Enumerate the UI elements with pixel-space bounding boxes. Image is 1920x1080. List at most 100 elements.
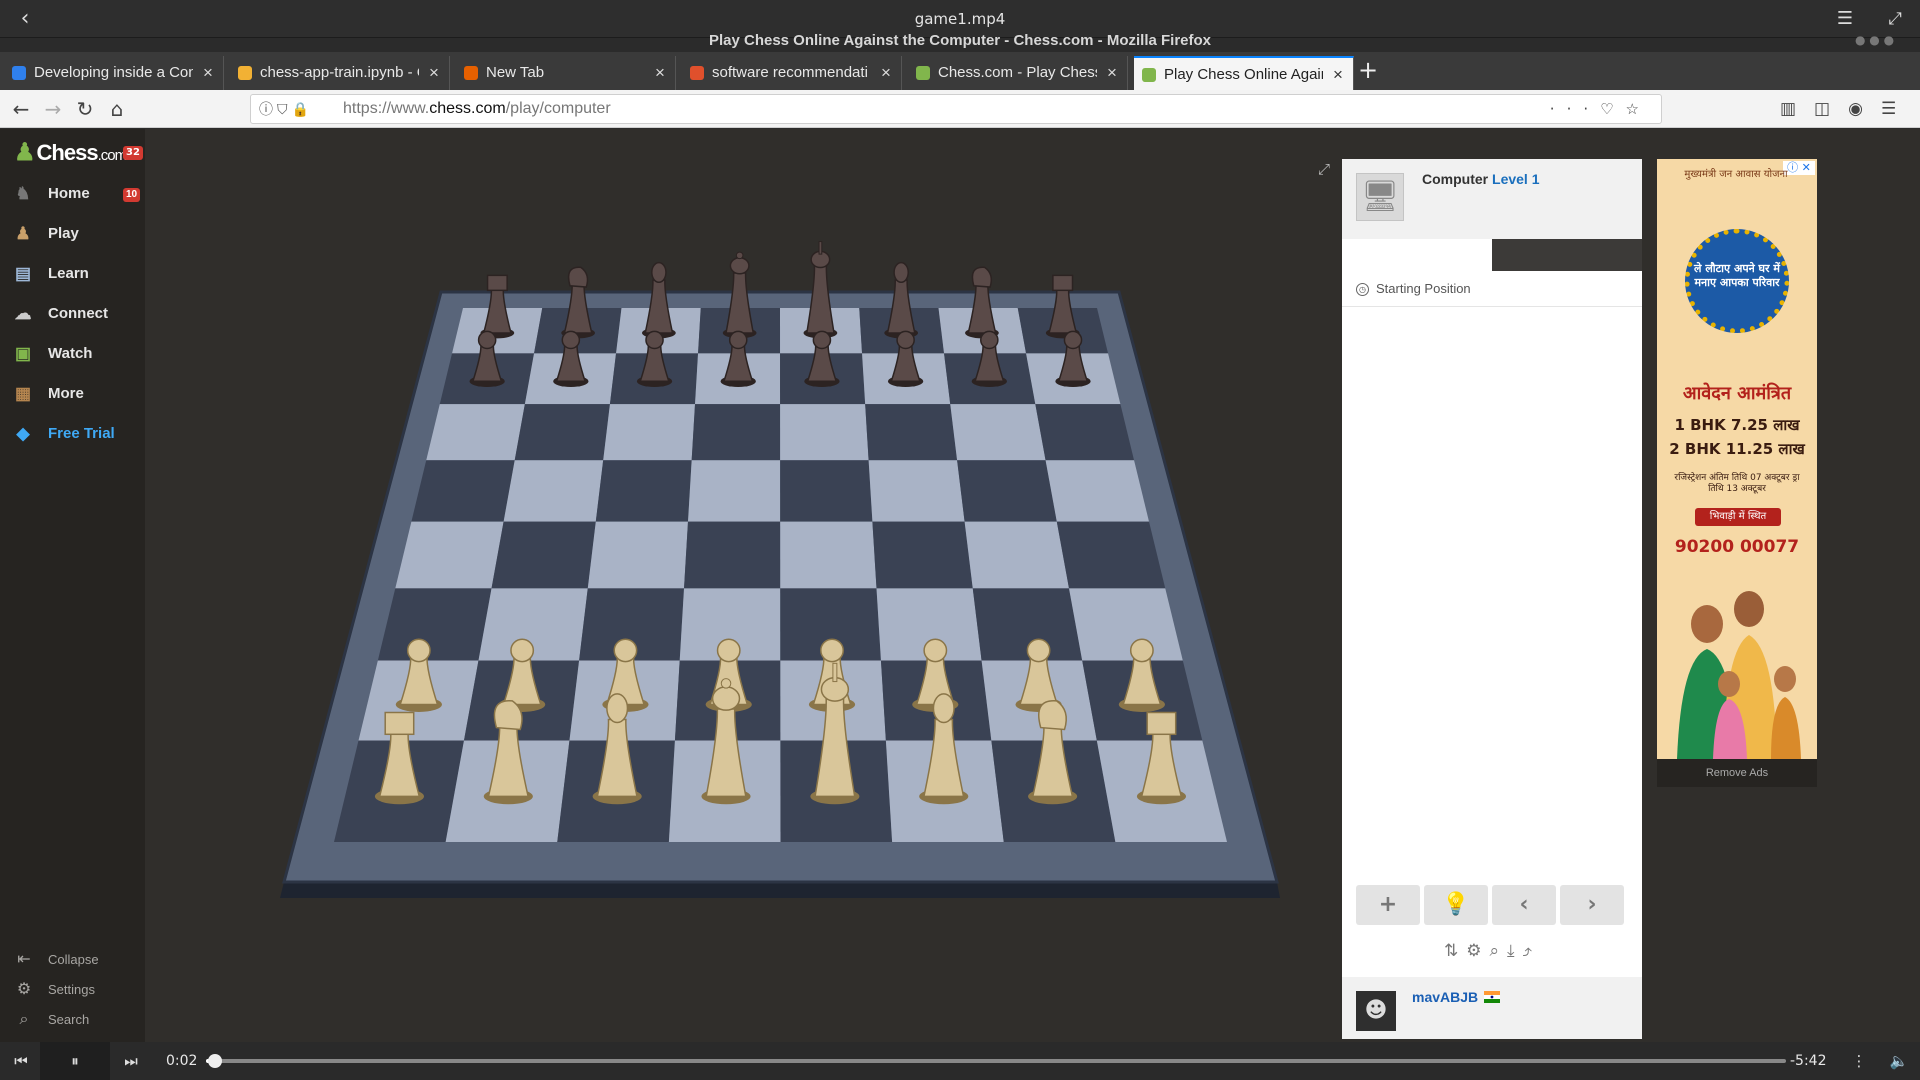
pawn-head bbox=[820, 638, 844, 663]
logo-text: Chess bbox=[36, 140, 99, 165]
new-game-button[interactable]: + bbox=[1356, 885, 1420, 925]
logo-notification-badge: 32 bbox=[123, 146, 143, 160]
url-text[interactable]: https://www.chess.com/play/computer bbox=[343, 95, 611, 123]
move-list-start[interactable]: ◷ Starting Position bbox=[1342, 271, 1642, 307]
queen-ball bbox=[720, 678, 732, 689]
seek-bar[interactable] bbox=[206, 1054, 1786, 1068]
status-text: Starting Position bbox=[1376, 281, 1471, 296]
hamburger-menu-icon[interactable]: ☰ bbox=[1830, 6, 1860, 32]
pawn-head bbox=[923, 638, 948, 663]
advertisement[interactable]: ⓘ ✕ मुख्यमंत्री जन आवास योजना ले लौटाए अ… bbox=[1657, 159, 1817, 759]
browser-tab[interactable]: chess-app-train.ipynb - C × bbox=[230, 56, 450, 90]
tab-label: software recommendati bbox=[712, 64, 868, 81]
home-button-icon[interactable]: ⌂ bbox=[104, 96, 130, 122]
sidebar-footer-label: Settings bbox=[48, 982, 95, 997]
tab-favicon-icon bbox=[1142, 68, 1156, 82]
user-avatar[interactable]: ☻ bbox=[1356, 991, 1396, 1031]
sidebar-item-play[interactable]: ♟ Play bbox=[12, 217, 140, 251]
board-square bbox=[1069, 588, 1183, 661]
pawn-head bbox=[1129, 638, 1154, 663]
sidebar-footer-settings[interactable]: ⚙ Settings bbox=[14, 977, 139, 1003]
url-bar[interactable]: ⓘ⛉🔒 https://www.chess.com/play/computer … bbox=[250, 94, 1662, 124]
skip-back-icon[interactable]: ⏮ bbox=[8, 1042, 34, 1080]
bishop-head bbox=[893, 261, 909, 284]
close-tab-icon[interactable]: × bbox=[879, 56, 893, 90]
browser-tab[interactable]: New Tab × bbox=[456, 56, 676, 90]
knight-head bbox=[971, 266, 993, 288]
previous-move-button[interactable]: ‹ bbox=[1492, 885, 1556, 925]
play-icon: ♟ bbox=[15, 224, 31, 243]
board-square bbox=[411, 460, 515, 522]
skip-forward-icon[interactable]: ⏭ bbox=[118, 1042, 144, 1080]
board-square bbox=[957, 460, 1057, 522]
opponent-name[interactable]: Computer Level 1 bbox=[1422, 171, 1540, 187]
chess-board-3d[interactable] bbox=[280, 200, 1280, 920]
board-square bbox=[587, 521, 688, 589]
pawn-head bbox=[980, 330, 999, 350]
new-tab-icon[interactable]: + bbox=[1354, 56, 1382, 84]
gear-icon: ⚙ bbox=[16, 981, 32, 998]
back-arrow-icon[interactable]: ‹ bbox=[10, 6, 40, 32]
rook-top bbox=[1146, 711, 1177, 736]
sidebar-footer-search[interactable]: ⌕ Search bbox=[14, 1007, 139, 1033]
rook-top bbox=[486, 274, 508, 292]
volume-icon[interactable]: 🔈 bbox=[1886, 1042, 1912, 1080]
board-square bbox=[865, 404, 958, 461]
sidebar-item-watch[interactable]: ▣ Watch bbox=[12, 337, 140, 371]
close-tab-icon[interactable]: × bbox=[653, 56, 667, 90]
page-actions-icon[interactable]: ···♡☆ bbox=[1550, 95, 1651, 123]
ad-small-print: रजिस्ट्रेशन अंतिम तिथि 07 अक्टूबर ड्रा त… bbox=[1674, 473, 1800, 494]
board-square bbox=[780, 460, 873, 522]
sidebar-item-learn[interactable]: ▤ Learn bbox=[12, 257, 140, 291]
site-security-icon[interactable]: ⓘ⛉🔒 bbox=[259, 101, 333, 119]
back-icon[interactable]: ← bbox=[8, 96, 34, 122]
url-domain: chess.com bbox=[429, 100, 506, 117]
sidebar-footer-collapse[interactable]: ⇤ Collapse bbox=[14, 947, 139, 973]
rook-top bbox=[384, 711, 415, 736]
sidebar-item-connect[interactable]: ☁ Connect bbox=[12, 297, 140, 331]
fullscreen-icon[interactable]: ⤢ bbox=[1880, 6, 1910, 32]
computer-avatar-icon: 🖥 bbox=[1356, 173, 1404, 221]
browser-tab[interactable]: software recommendati × bbox=[682, 56, 902, 90]
pawn-head bbox=[1063, 330, 1083, 350]
board-square bbox=[514, 404, 610, 461]
seek-handle[interactable] bbox=[208, 1054, 223, 1068]
browser-tab[interactable]: Developing inside a Cont × bbox=[4, 56, 224, 90]
sidebar-item-label: Watch bbox=[48, 345, 93, 362]
board-tools[interactable]: ⇅⚙⌕⤓⤴ bbox=[1342, 939, 1642, 963]
player-name[interactable]: mavABJB bbox=[1412, 989, 1478, 1005]
hint-button[interactable]: 💡 bbox=[1424, 885, 1488, 925]
knight-head bbox=[493, 700, 523, 731]
remove-ads-link[interactable]: Remove Ads bbox=[1657, 759, 1817, 787]
chess-board[interactable] bbox=[280, 200, 1280, 920]
expand-board-icon[interactable]: ⤢ bbox=[1318, 160, 1334, 178]
chesscom-logo[interactable]: ♟Chess.com bbox=[14, 138, 127, 168]
pause-icon[interactable]: ⏸ bbox=[40, 1042, 110, 1080]
board-square bbox=[1035, 404, 1135, 461]
close-tab-icon[interactable]: × bbox=[1331, 58, 1345, 90]
close-tab-icon[interactable]: × bbox=[1105, 56, 1119, 90]
forward-icon[interactable]: → bbox=[40, 96, 66, 122]
window-title: Play Chess Online Against the Computer -… bbox=[708, 32, 1212, 49]
next-move-button[interactable]: › bbox=[1560, 885, 1624, 925]
bishop-head bbox=[651, 261, 667, 284]
board-square bbox=[691, 404, 781, 461]
reload-icon[interactable]: ↻ bbox=[72, 96, 98, 122]
tab-favicon-icon bbox=[238, 66, 252, 80]
queen-crown bbox=[711, 686, 741, 711]
sidebar-item-free-trial[interactable]: ◆ Free Trial bbox=[12, 417, 140, 451]
browser-tab[interactable]: Chess.com - Play Chess O × bbox=[908, 56, 1128, 90]
browser-toolbar-icons[interactable]: ▥◫◉☰ bbox=[1780, 96, 1920, 122]
close-tab-icon[interactable]: × bbox=[201, 56, 215, 90]
url-path: /play/computer bbox=[505, 100, 611, 117]
sidebar-item-home[interactable]: ♞ Home 10 bbox=[12, 177, 141, 211]
watch-icon: ▣ bbox=[14, 344, 32, 363]
pawn-head bbox=[1026, 638, 1051, 663]
tab-favicon-icon bbox=[916, 66, 930, 80]
evaluation-bar-dark bbox=[1492, 239, 1642, 271]
sidebar-item-more[interactable]: ▦ More bbox=[12, 377, 140, 411]
window-controls[interactable]: ● ● ● bbox=[1855, 33, 1920, 49]
more-options-icon[interactable]: ⋮ bbox=[1846, 1042, 1872, 1080]
close-tab-icon[interactable]: × bbox=[427, 56, 441, 90]
browser-tab[interactable]: Play Chess Online Agains × bbox=[1134, 56, 1354, 90]
